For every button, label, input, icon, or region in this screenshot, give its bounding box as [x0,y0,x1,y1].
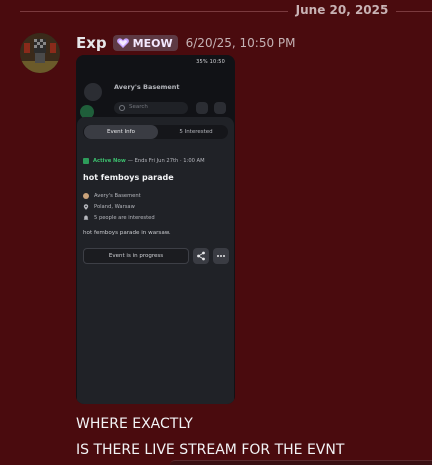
event-title: hot femboys parade [83,173,174,182]
event-status: Active Now — Ends Fri Jun 27th · 1:00 AM [83,158,205,164]
search-icon [119,105,125,111]
share-icon [197,251,205,261]
tab-interested: 5 Interested [179,129,213,135]
date-divider-label: June 20, 2025 [295,3,389,17]
message-text-line: IS THERE LIVE STREAM FOR THE EVNT [76,442,345,458]
server-search: Search [114,102,188,114]
event-interested: 5 people are interested [94,215,155,221]
guild-tag-label: MEOW [132,36,173,50]
date-divider: June 20, 2025 [20,0,432,22]
event-in-progress-button: Event is in progress [83,248,189,264]
divider-line [20,11,288,12]
statusbar-text: 35% 10:50 [196,59,225,65]
avatar[interactable] [20,33,60,73]
members-icon [196,102,208,114]
event-sheet: Event Info 5 Interested Active Now — End… [77,117,234,404]
event-location: Poland, Warsaw [94,204,135,210]
message-composer[interactable] [170,460,432,465]
bell-icon [83,215,89,220]
message-header: Exp MEOW 6/20/25, 10:50 PM [76,32,296,54]
event-description: hot femboys parade in warsaw. [83,230,171,236]
event-host-row: Avery's Basement [83,193,141,199]
divider-line [396,11,432,12]
threads-icon [214,102,226,114]
phone-statusbar: 35% 10:50 [76,55,235,71]
ellipsis-icon [217,255,225,257]
event-host: Avery's Basement [94,193,141,199]
purple-heart-icon [116,38,129,48]
host-avatar-icon [83,193,89,199]
message-timestamp: 6/20/25, 10:50 PM [185,36,296,50]
event-location-row: Poland, Warsaw [83,204,135,210]
server-icon [84,83,102,101]
event-interested-row: 5 people are interested [83,215,155,221]
server-name: Avery's Basement [114,83,180,91]
message-text-line: WHERE EXACTLY [76,416,193,432]
guild-tag[interactable]: MEOW [112,35,178,51]
search-placeholder: Search [129,104,148,110]
share-button [193,248,209,264]
active-now-label: Active Now [93,158,126,164]
event-end-time: — Ends Fri Jun 27th · 1:00 AM [127,158,205,164]
username[interactable]: Exp [76,34,107,52]
calendar-icon [83,158,89,164]
event-tabs: Event Info 5 Interested [83,125,228,139]
tab-event-info: Event Info [84,125,158,139]
image-attachment[interactable]: 35% 10:50 Avery's Basement Search Event … [76,55,235,404]
more-options-button [213,248,229,264]
location-pin-icon [83,204,89,210]
